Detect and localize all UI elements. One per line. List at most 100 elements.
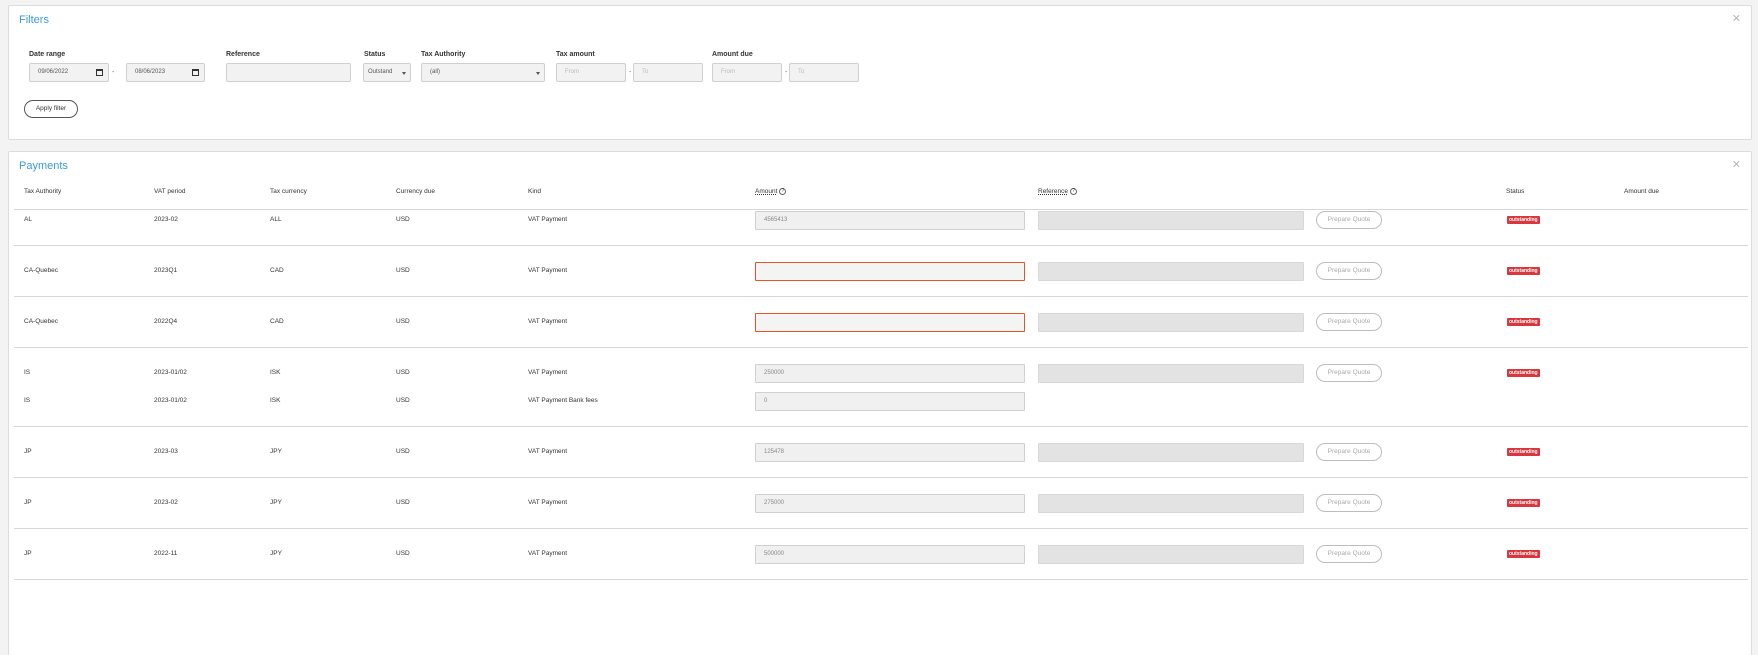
status-badge: outstanding [1507, 216, 1540, 224]
divider [14, 347, 1748, 348]
amount-due-to-input[interactable]: To [789, 63, 859, 82]
amount-input[interactable]: 125478 [755, 443, 1025, 462]
cell-kind: VAT Payment [528, 318, 568, 325]
tax-authority-select-value: (all) [430, 69, 440, 75]
chevron-down-icon [402, 72, 406, 75]
cell-tax-authority: JP [24, 448, 32, 455]
divider [14, 477, 1748, 478]
amount-input[interactable]: 500000 [755, 545, 1025, 564]
cell-vat-period: 2023-02 [154, 216, 178, 223]
prepare-quote-button[interactable]: Prepare Quote [1316, 262, 1382, 280]
cell-tax-currency: JPY [270, 448, 282, 455]
amount-due-label: Amount due [712, 51, 753, 58]
header-reference-label: Reference [1038, 188, 1068, 196]
divider [14, 296, 1748, 297]
cell-kind: VAT Payment Bank fees [528, 397, 598, 404]
status-badge: outstanding [1507, 448, 1540, 456]
reference-label: Reference [226, 51, 260, 58]
cell-tax-currency: CAD [270, 267, 284, 274]
cell-currency-due: USD [396, 499, 410, 506]
amount-input[interactable]: 0 [755, 392, 1025, 411]
amount-input[interactable]: 250000 [755, 364, 1025, 383]
tax-authority-select[interactable]: (all) [421, 63, 545, 82]
filters-panel: Filters ✕ Date range 09/06/2022 - 08/06/… [8, 5, 1752, 140]
prepare-quote-button[interactable]: Prepare Quote [1316, 313, 1382, 331]
prepare-quote-button[interactable]: Prepare Quote [1316, 545, 1382, 563]
cell-tax-currency: ALL [270, 216, 282, 223]
filters-title: Filters [19, 14, 49, 26]
amount-input[interactable] [755, 262, 1025, 281]
status-badge: outstanding [1507, 550, 1540, 558]
cell-tax-authority: CA-Quebec [24, 267, 58, 274]
prepare-quote-button[interactable]: Prepare Quote [1316, 443, 1382, 461]
close-icon[interactable]: ✕ [1732, 160, 1741, 171]
status-badge: outstanding [1507, 499, 1540, 507]
cell-vat-period: 2023-01/02 [154, 369, 187, 376]
reference-input[interactable] [1038, 211, 1304, 230]
header-kind: Kind [528, 188, 542, 195]
date-to-input[interactable]: 08/06/2023 [126, 63, 205, 82]
apply-filter-button[interactable]: Apply filter [24, 100, 78, 118]
cell-tax-authority: AL [24, 216, 32, 223]
cell-tax-authority: JP [24, 499, 32, 506]
divider [14, 579, 1748, 580]
cell-tax-authority: JP [24, 550, 32, 557]
header-amount-label: Amount [755, 188, 778, 196]
divider [14, 245, 1748, 246]
amount-due-separator: - [785, 69, 788, 76]
payments-title: Payments [19, 160, 68, 172]
header-amount-due: Amount due [1624, 188, 1660, 195]
tax-amount-to-input[interactable]: To [633, 63, 703, 82]
status-select-value: Outstand [368, 69, 393, 75]
prepare-quote-button[interactable]: Prepare Quote [1316, 364, 1382, 382]
cell-currency-due: USD [396, 216, 410, 223]
status-badge: outstanding [1507, 267, 1540, 275]
close-icon[interactable]: ✕ [1732, 14, 1741, 25]
cell-kind: VAT Payment [528, 550, 568, 557]
amount-input[interactable]: 275000 [755, 494, 1025, 513]
reference-input[interactable] [1038, 313, 1304, 332]
date-range-label: Date range [29, 51, 66, 58]
date-from-value: 09/06/2022 [38, 69, 69, 75]
cell-tax-currency: JPY [270, 499, 282, 506]
reference-input[interactable] [1038, 494, 1304, 513]
cell-tax-authority: IS [24, 397, 31, 404]
amount-input[interactable]: 4565413 [755, 211, 1025, 230]
cell-kind: VAT Payment [528, 448, 568, 455]
help-icon[interactable]: ? [1070, 188, 1077, 195]
cell-kind: VAT Payment [528, 499, 568, 506]
tax-amount-from-input[interactable]: From [556, 63, 626, 82]
status-select[interactable]: Outstand [363, 63, 411, 82]
reference-input[interactable] [1038, 545, 1304, 564]
cell-kind: VAT Payment [528, 216, 568, 223]
cell-vat-period: 2022-11 [154, 550, 178, 557]
reference-input[interactable] [1038, 262, 1304, 281]
tax-amount-label: Tax amount [556, 51, 595, 58]
status-badge: outstanding [1507, 318, 1540, 326]
cell-kind: VAT Payment [528, 267, 568, 274]
header-amount: Amount? [755, 188, 787, 196]
cell-vat-period: 2023-02 [154, 499, 178, 506]
prepare-quote-button[interactable]: Prepare Quote [1316, 494, 1382, 512]
header-tax-authority: Tax Authority [24, 188, 62, 195]
cell-vat-period: 2023Q1 [154, 267, 178, 274]
prepare-quote-button[interactable]: Prepare Quote [1316, 211, 1382, 229]
calendar-icon[interactable] [192, 69, 199, 76]
status-badge: outstanding [1507, 369, 1540, 377]
cell-kind: VAT Payment [528, 369, 568, 376]
amount-due-from-input[interactable]: From [712, 63, 782, 82]
chevron-down-icon [536, 72, 540, 75]
date-from-input[interactable]: 09/06/2022 [29, 63, 109, 82]
cell-currency-due: USD [396, 267, 410, 274]
date-to-value: 08/06/2023 [135, 69, 166, 75]
reference-input[interactable] [1038, 443, 1304, 462]
cell-tax-authority: CA-Quebec [24, 318, 58, 325]
header-currency-due: Currency due [396, 188, 436, 195]
cell-tax-currency: ISK [270, 397, 281, 404]
amount-input[interactable] [755, 313, 1025, 332]
cell-tax-currency: CAD [270, 318, 284, 325]
calendar-icon[interactable] [96, 69, 103, 76]
reference-input[interactable] [1038, 364, 1304, 383]
reference-input[interactable] [226, 63, 351, 82]
help-icon[interactable]: ? [779, 188, 787, 195]
